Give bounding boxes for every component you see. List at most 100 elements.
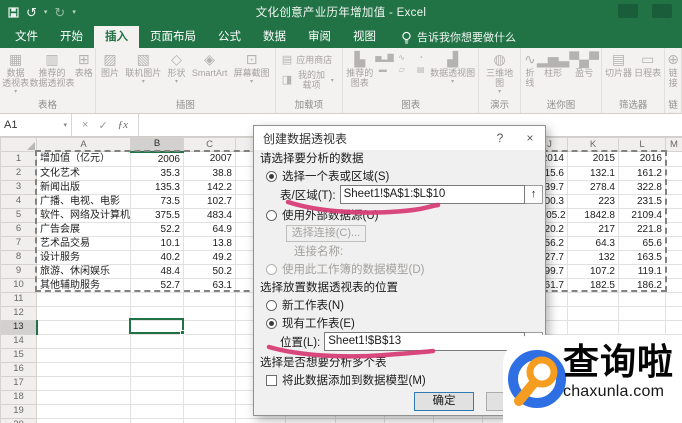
cell-A15[interactable] bbox=[36, 347, 131, 363]
row-header-2[interactable]: 2 bbox=[0, 165, 37, 181]
ribbon-options-icon[interactable] bbox=[618, 4, 638, 18]
radio-external-source[interactable]: 使用外部数据源(U) bbox=[254, 207, 544, 223]
cell-C15[interactable] bbox=[183, 347, 236, 363]
cell-A16[interactable] bbox=[36, 361, 131, 377]
row-header-20[interactable]: 20 bbox=[0, 417, 37, 423]
cell-K11[interactable] bbox=[567, 291, 619, 307]
cell-L7[interactable]: 65.6 bbox=[618, 235, 666, 251]
cell-K1[interactable]: 2015 bbox=[567, 151, 619, 167]
cell-L8[interactable]: 163.5 bbox=[618, 249, 666, 265]
cell-L6[interactable]: 221.8 bbox=[618, 221, 666, 237]
undo-dropdown-icon[interactable]: ▾ bbox=[44, 6, 48, 19]
cell-A3[interactable]: 新闻出版 bbox=[36, 179, 131, 195]
cell-E20[interactable] bbox=[285, 417, 336, 423]
cell-C11[interactable] bbox=[183, 291, 236, 307]
radio-select-table-range[interactable]: 选择一个表或区域(S) bbox=[254, 168, 544, 184]
cell-M3[interactable] bbox=[665, 179, 682, 195]
cell-M1[interactable] bbox=[665, 151, 682, 167]
ribbon-button-table[interactable]: ⊞ 表格 bbox=[75, 51, 93, 78]
cell-A4[interactable]: 广播、电视、电影 bbox=[36, 193, 131, 209]
cell-A1[interactable]: 增加值（亿元） bbox=[36, 151, 131, 167]
ribbon-button-online-pictures[interactable]: ▧ 联机图片 ▾ bbox=[125, 51, 161, 85]
row-header-18[interactable]: 18 bbox=[0, 389, 37, 405]
ribbon-button-store[interactable]: ▤ 应用商店 bbox=[282, 54, 332, 66]
cell-B11[interactable] bbox=[130, 291, 184, 307]
column-header-L[interactable]: L bbox=[618, 137, 666, 152]
row-header-5[interactable]: 5 bbox=[0, 207, 37, 223]
ribbon-button-slicer[interactable]: ▤ 切片器 bbox=[605, 51, 632, 78]
cell-A12[interactable] bbox=[36, 305, 131, 321]
column-header-M[interactable]: M bbox=[665, 137, 682, 152]
ribbon-button-my-add-ins[interactable]: ◨ 我的加载项 ▾ bbox=[282, 70, 334, 90]
ribbon-button-winloss-sparkline[interactable]: ▀▄▀ 盈亏 bbox=[569, 51, 599, 78]
cell-C4[interactable]: 102.7 bbox=[183, 193, 236, 209]
cell-C17[interactable] bbox=[183, 375, 236, 391]
cell-B4[interactable]: 73.5 bbox=[130, 193, 184, 209]
collapse-dialog-icon[interactable]: ↑ bbox=[525, 185, 543, 204]
cell-C8[interactable]: 49.2 bbox=[183, 249, 236, 265]
cell-B12[interactable] bbox=[130, 305, 184, 321]
cell-A9[interactable]: 旅游、休闲娱乐 bbox=[36, 263, 131, 279]
ribbon-button-pivotchart[interactable]: ▟ 数据透视图 ▾ bbox=[430, 51, 475, 85]
cell-K3[interactable]: 278.4 bbox=[567, 179, 619, 195]
cell-C12[interactable] bbox=[183, 305, 236, 321]
row-header-4[interactable]: 4 bbox=[0, 193, 37, 209]
cell-L12[interactable] bbox=[618, 305, 666, 321]
tab-home[interactable]: 开始 bbox=[49, 26, 94, 48]
cell-B7[interactable]: 10.1 bbox=[130, 235, 184, 251]
ribbon-button-3d-map[interactable]: ◍ 三维地 图 ▾ bbox=[486, 51, 513, 95]
cell-A7[interactable]: 艺术品交易 bbox=[36, 235, 131, 251]
cell-G20[interactable] bbox=[384, 417, 434, 423]
radio-new-worksheet[interactable]: 新工作表(N) bbox=[254, 297, 544, 313]
cell-C2[interactable]: 38.8 bbox=[183, 165, 236, 181]
column-header-C[interactable]: C bbox=[183, 137, 236, 152]
cell-M6[interactable] bbox=[665, 221, 682, 237]
ribbon-button-recommended-pivottables[interactable]: ▥ 推荐的 数据透视表 bbox=[29, 51, 74, 88]
ribbon-button-shapes[interactable]: ◇ 形状 ▾ bbox=[168, 51, 186, 85]
tell-me-box[interactable]: 告诉我你想要做什么 bbox=[401, 26, 516, 48]
cell-A18[interactable] bbox=[36, 389, 131, 405]
ribbon-button-link[interactable]: ⊕ 链接 bbox=[667, 51, 679, 88]
radio-existing-worksheet[interactable]: 现有工作表(E) bbox=[254, 315, 544, 331]
cell-M10[interactable] bbox=[665, 277, 682, 293]
cell-B1[interactable]: 2006 bbox=[130, 151, 184, 167]
tab-page-layout[interactable]: 页面布局 bbox=[139, 26, 207, 48]
cell-M8[interactable] bbox=[665, 249, 682, 265]
cell-M4[interactable] bbox=[665, 193, 682, 209]
cell-B10[interactable]: 52.7 bbox=[130, 277, 184, 293]
cell-M7[interactable] bbox=[665, 235, 682, 251]
cell-L3[interactable]: 322.8 bbox=[618, 179, 666, 195]
name-box[interactable]: A1 ▾ bbox=[0, 114, 72, 136]
save-icon[interactable] bbox=[8, 6, 19, 18]
dialog-title-bar[interactable]: 创建数据透视表 ? × bbox=[254, 126, 545, 150]
cancel-entry-icon[interactable]: × bbox=[82, 119, 88, 131]
cell-L4[interactable]: 231.5 bbox=[618, 193, 666, 209]
table-range-input[interactable]: Sheet1!$A$1:$L$10 bbox=[339, 185, 525, 204]
choose-connection-button[interactable]: 选择连接(C)... bbox=[286, 225, 366, 242]
row-header-10[interactable]: 10 bbox=[0, 277, 37, 293]
cell-C3[interactable]: 142.2 bbox=[183, 179, 236, 195]
chart-type-icon[interactable]: ▱ bbox=[394, 65, 409, 75]
tab-review[interactable]: 审阅 bbox=[297, 26, 342, 48]
cell-B13[interactable] bbox=[130, 319, 184, 335]
ribbon-button-pictures[interactable]: ▨ 图片 bbox=[101, 51, 119, 78]
tab-formulas[interactable]: 公式 bbox=[207, 26, 252, 48]
cell-A8[interactable]: 设计服务 bbox=[36, 249, 131, 265]
ribbon-button-timeline[interactable]: ▭ 日程表 bbox=[634, 51, 661, 78]
row-header-19[interactable]: 19 bbox=[0, 403, 37, 419]
dialog-help-button[interactable]: ? bbox=[485, 131, 515, 145]
cell-C1[interactable]: 2007 bbox=[183, 151, 236, 167]
cell-A14[interactable] bbox=[36, 333, 131, 349]
cell-L10[interactable]: 186.2 bbox=[618, 277, 666, 293]
cell-A17[interactable] bbox=[36, 375, 131, 391]
row-header-16[interactable]: 16 bbox=[0, 361, 37, 377]
cell-K10[interactable]: 182.5 bbox=[567, 277, 619, 293]
cell-B15[interactable] bbox=[130, 347, 184, 363]
cell-A13[interactable] bbox=[36, 319, 131, 335]
select-all-button[interactable] bbox=[0, 137, 37, 152]
cell-K5[interactable]: 1842.8 bbox=[567, 207, 619, 223]
ribbon-button-smartart[interactable]: ◈ SmartArt bbox=[192, 51, 228, 78]
cell-L13[interactable] bbox=[618, 319, 666, 335]
cell-L9[interactable]: 119.1 bbox=[618, 263, 666, 279]
qat-customize-icon[interactable]: ▾ bbox=[72, 6, 76, 19]
